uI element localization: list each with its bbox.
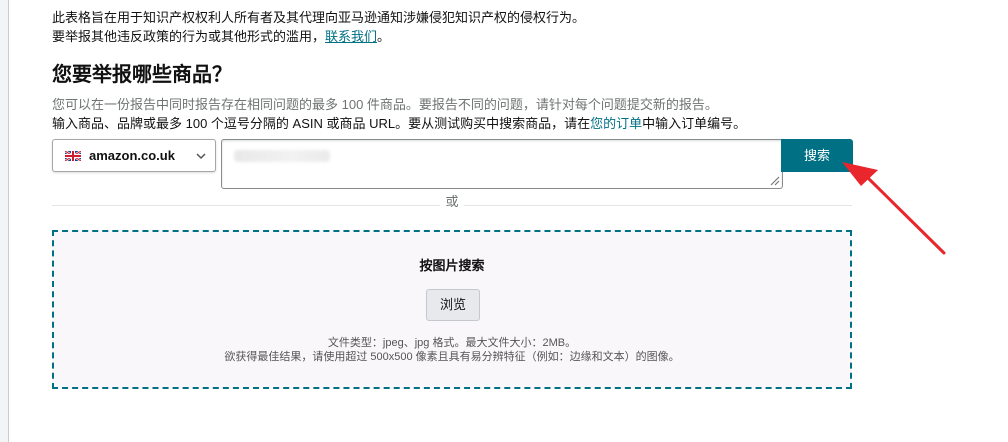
uk-flag-icon: [65, 151, 81, 161]
your-orders-link[interactable]: 您的订单: [590, 116, 642, 131]
image-search-title: 按图片搜索: [419, 258, 485, 273]
intro-abuse-prefix: 要举报其他违反政策的行为或其他形式的滥用，: [52, 29, 326, 44]
asin-search-input[interactable]: [221, 139, 783, 189]
search-button[interactable]: 搜索: [781, 139, 853, 172]
or-separator: 或: [440, 194, 464, 210]
resize-grip-icon[interactable]: [768, 174, 780, 186]
intro-text: 此表格旨在用于知识产权权利人所有者及其代理向亚马逊通知涉嫌侵犯知识产权的侵权行为…: [52, 10, 586, 25]
search-instructions-suffix: 中输入订单编号。: [642, 116, 747, 131]
file-type-note: 文件类型：jpeg、jpg 格式。最大文件大小：2MB。: [327, 337, 577, 349]
intro-abuse-suffix: 。: [377, 29, 391, 44]
marketplace-selected: amazon.co.uk: [89, 148, 175, 163]
window-left-border: [0, 0, 9, 442]
browse-button[interactable]: 浏览: [426, 289, 480, 321]
search-instructions-prefix: 输入商品、品牌或最多 100 个逗号分隔的 ASIN 或商品 URL。要从测试购…: [52, 116, 591, 131]
report-limit-hint: 您可以在一份报告中同时报告存在相同问题的最多 100 件商品。要报告不同的问题，…: [52, 97, 718, 112]
search-instructions: 输入商品、品牌或最多 100 个逗号分隔的 ASIN 或商品 URL。要从测试购…: [52, 116, 746, 132]
marketplace-dropdown[interactable]: amazon.co.uk: [52, 139, 216, 172]
contact-us-link[interactable]: 联系我们: [325, 29, 377, 44]
redacted-input-text: [234, 150, 330, 162]
image-search-dropzone[interactable]: 按图片搜索 浏览 文件类型：jpeg、jpg 格式。最大文件大小：2MB。 欲获…: [52, 230, 852, 389]
page-title: 您要举报哪些商品？: [52, 64, 232, 86]
image-quality-note: 欲获得最佳结果，请使用超过 500x500 像素且具有易分辨特征（例如：边缘和文…: [224, 351, 680, 363]
chevron-down-icon: [196, 153, 206, 160]
intro-text-abuse: 要举报其他违反政策的行为或其他形式的滥用，联系我们。: [52, 29, 390, 45]
